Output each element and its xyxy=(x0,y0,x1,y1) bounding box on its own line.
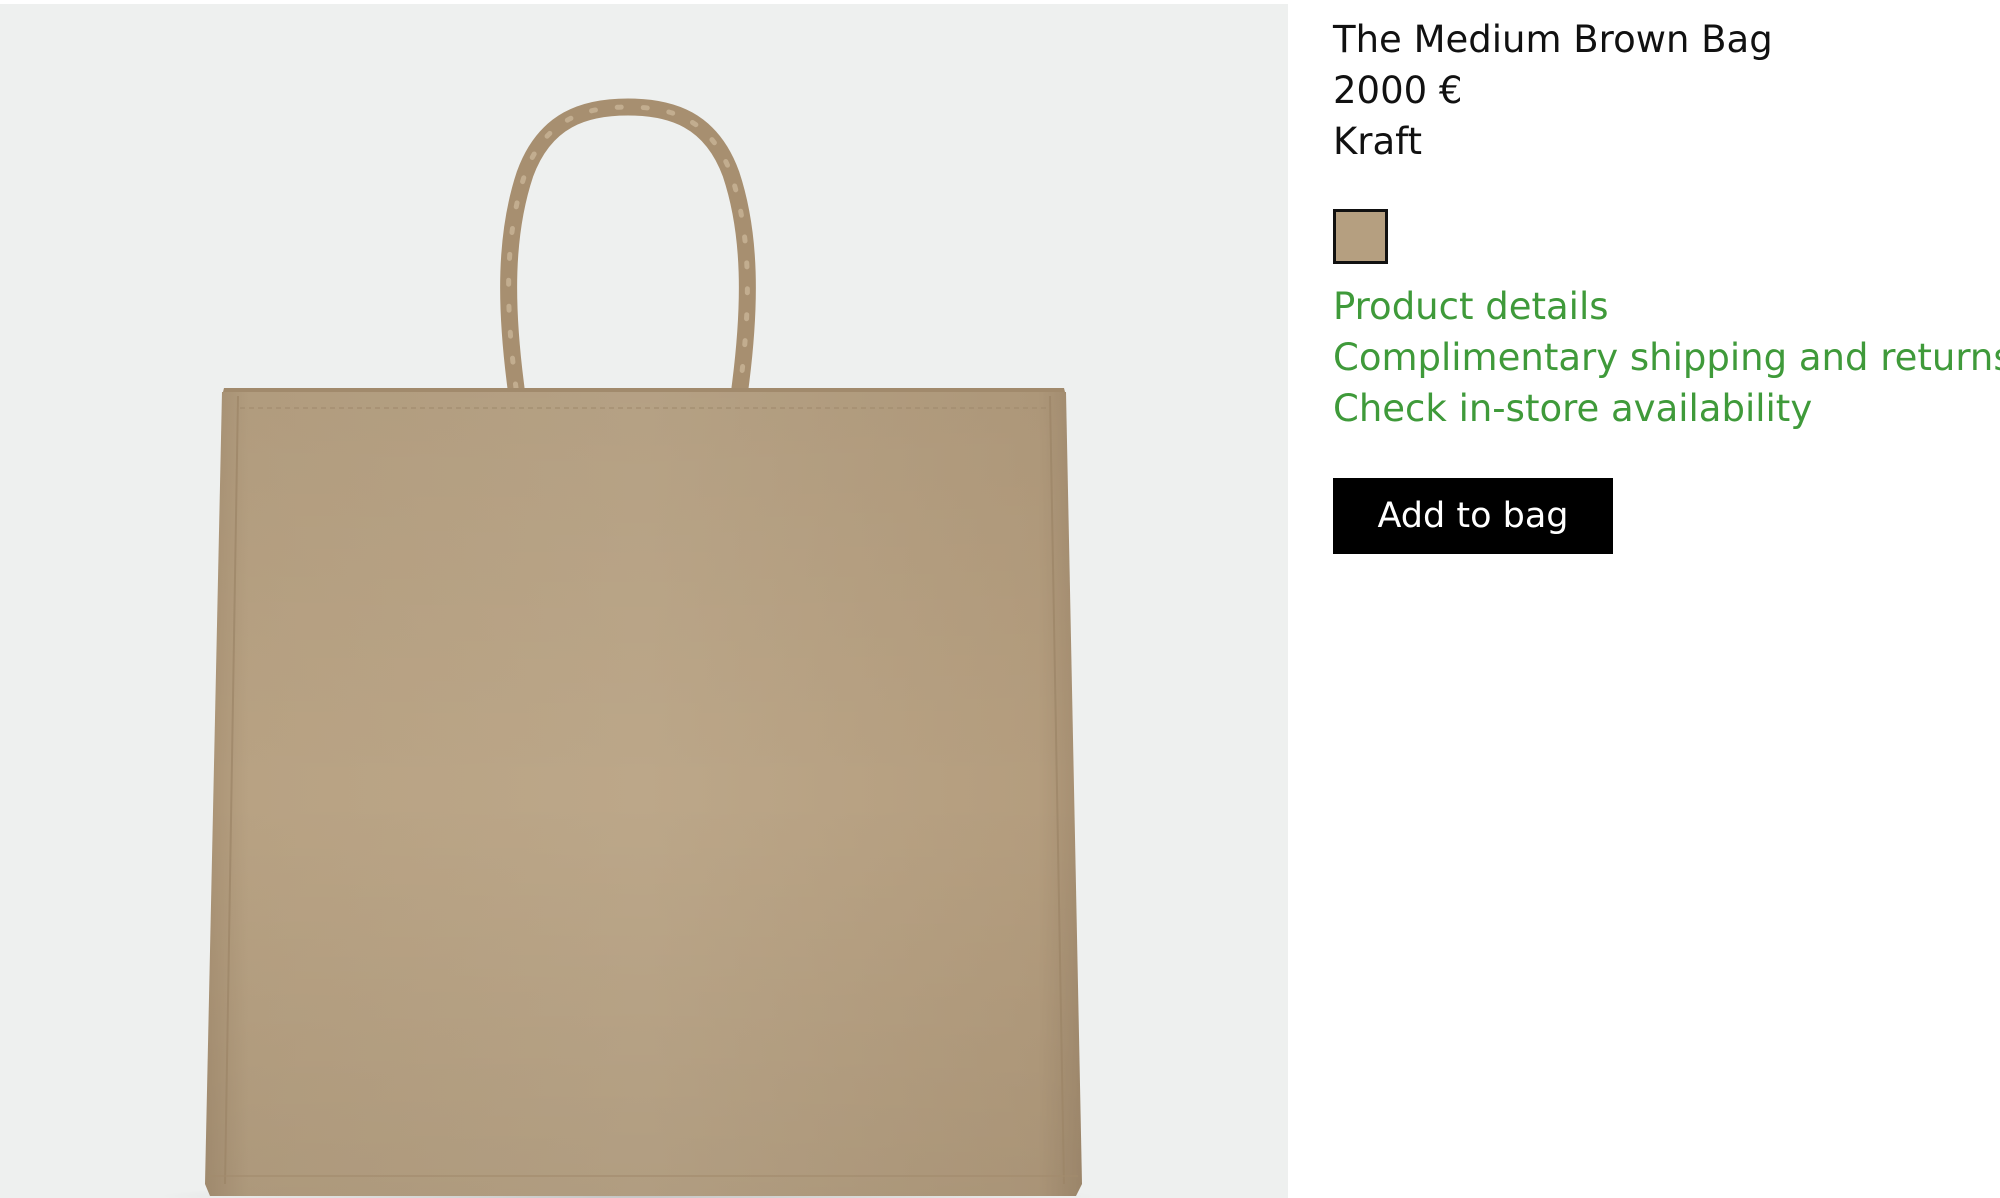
product-image xyxy=(158,98,1098,1198)
shipping-returns-link[interactable]: Complimentary shipping and returns xyxy=(1333,332,2000,383)
product-details-link[interactable]: Product details xyxy=(1333,281,1973,332)
product-links: Product details Complimentary shipping a… xyxy=(1333,281,2000,434)
product-price: 2000 € xyxy=(1333,69,1463,112)
store-availability-link[interactable]: Check in-store availability xyxy=(1333,383,1973,434)
product-image-panel xyxy=(0,4,1288,1198)
product-info: The Medium Brown Bag 2000 € Kraft Produc… xyxy=(1333,14,2000,554)
product-color-name: Kraft xyxy=(1333,120,1423,163)
color-swatch-kraft[interactable] xyxy=(1333,209,1388,264)
product-name: The Medium Brown Bag xyxy=(1333,18,1773,61)
product-page: The Medium Brown Bag 2000 € Kraft Produc… xyxy=(0,0,2000,1198)
add-to-bag-button[interactable]: Add to bag xyxy=(1333,478,1613,554)
